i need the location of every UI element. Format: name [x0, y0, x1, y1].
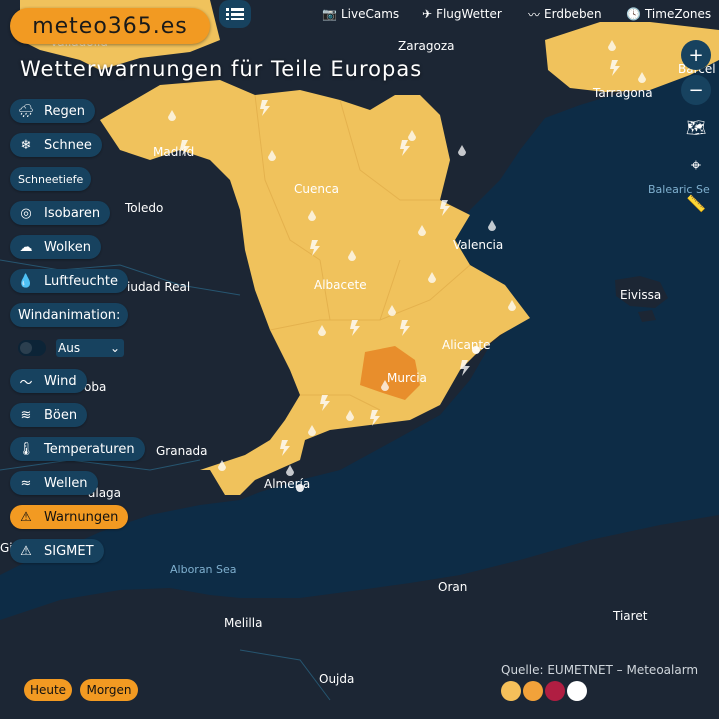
legend-orange: [523, 681, 543, 701]
warning-triangle-icon: ⚠: [20, 509, 32, 525]
nav-label: Erdbeben: [544, 7, 602, 21]
place-ciudad-real: iudad Real: [127, 280, 190, 294]
place-alboran: Alboran Sea: [170, 563, 237, 576]
nav-livecams[interactable]: 📷 LiveCams: [322, 3, 399, 25]
place-valencia: Valencia: [453, 238, 503, 252]
map-canvas[interactable]: Valladolid Zaragoza Barcel Tarragona Mad…: [0, 0, 719, 719]
layer-label: SIGMET: [44, 543, 94, 559]
layer-sigmet[interactable]: ⚠ SIGMET: [10, 539, 104, 563]
place-cuenca: Cuenca: [294, 182, 339, 196]
layer-label: Windanimation:: [18, 307, 121, 323]
layer-warnungen[interactable]: ⚠ Warnungen: [10, 505, 129, 529]
layer-schneetiefe[interactable]: Schneetiefe: [10, 167, 92, 191]
place-eivissa: Eivissa: [620, 288, 661, 302]
layer-wind[interactable]: 〜 Wind: [10, 369, 87, 393]
legend-yellow: [501, 681, 521, 701]
warning-legend: [501, 681, 587, 701]
legend-white: [567, 681, 587, 701]
logo[interactable]: meteo365.es: [10, 8, 210, 44]
measure-button[interactable]: 📏: [681, 188, 711, 218]
nav-label: FlugWetter: [436, 7, 502, 21]
isobar-icon: ◎: [20, 205, 32, 221]
map-style-button[interactable]: 🗺: [681, 112, 711, 142]
hamburger-icon: [226, 8, 244, 20]
plane-icon: ✈: [422, 7, 433, 21]
place-albacete: Albacete: [314, 278, 367, 292]
sigmet-plane-icon: ⚠: [20, 543, 32, 559]
locate-button[interactable]: ⌖: [681, 150, 711, 180]
layer-schnee[interactable]: ❄ Schnee: [10, 133, 102, 157]
nav-timezones[interactable]: 🕓 TimeZones: [626, 3, 711, 25]
wind-animation-toggle[interactable]: [18, 340, 46, 356]
crosshair-icon: ⌖: [690, 154, 702, 176]
layer-label: Wind: [44, 373, 77, 389]
place-toledo: Toledo: [124, 201, 163, 215]
layer-label: Regen: [44, 103, 85, 119]
layer-temperaturen[interactable]: 🌡 Temperaturen: [10, 437, 145, 461]
place-tiaret: Tiaret: [612, 609, 648, 623]
place-alicante: Alicante: [442, 338, 491, 352]
tomorrow-button[interactable]: Morgen: [80, 679, 138, 701]
waves-icon: ≈: [20, 475, 32, 491]
source-attribution: Quelle: EUMETNET – Meteoalarm: [501, 663, 699, 677]
snowflake-icon: ❄: [20, 137, 32, 153]
today-button[interactable]: Heute: [24, 679, 72, 701]
nav-label: LiveCams: [340, 7, 400, 21]
wind-icon: 〜: [19, 375, 33, 391]
clock-icon: 🕓: [626, 7, 641, 21]
layer-label: Böen: [44, 407, 78, 423]
layer-regen[interactable]: 🌧 Regen: [10, 99, 95, 123]
layer-luftfeuchte[interactable]: 💧 Luftfeuchte: [10, 269, 128, 293]
humidity-drop-icon: 💧: [17, 273, 35, 289]
wind-animation-select[interactable]: Aus ⌄: [56, 339, 124, 357]
rain-cloud-icon: 🌧: [17, 103, 35, 119]
layer-windanimation: Windanimation:: [10, 303, 129, 327]
zoom-out-button[interactable]: −: [681, 75, 711, 105]
ruler-icon: 📏: [686, 193, 706, 213]
world-map-icon: 🗺: [685, 117, 707, 137]
legend-red: [545, 681, 565, 701]
cloud-icon: ☁: [19, 239, 33, 255]
select-value: Aus: [58, 341, 81, 355]
place-tarragona: Tarragona: [592, 86, 653, 100]
place-madrid: Madrid: [153, 145, 194, 159]
wind-animation-row: Aus ⌄: [18, 337, 124, 359]
thermometer-icon: 🌡: [17, 441, 35, 457]
layer-wellen[interactable]: ≈ Wellen: [10, 471, 98, 495]
layer-label: Wolken: [44, 239, 91, 255]
place-oujda: Oujda: [319, 672, 354, 686]
place-melilla: Melilla: [224, 616, 262, 630]
plus-icon: +: [688, 44, 704, 66]
layer-label: Temperaturen: [44, 441, 135, 457]
place-almeria: Almería: [264, 477, 310, 491]
layer-label: Schnee: [44, 137, 92, 153]
layer-isobaren[interactable]: ◎ Isobaren: [10, 201, 111, 225]
zoom-in-button[interactable]: +: [681, 40, 711, 70]
place-cordoba: oba: [84, 380, 106, 394]
layer-label: Luftfeuchte: [44, 273, 118, 289]
place-zaragoza: Zaragoza: [398, 39, 454, 53]
gust-icon: ≋: [20, 407, 32, 423]
layer-label: Isobaren: [44, 205, 101, 221]
menu-button[interactable]: [219, 0, 251, 28]
nav-erdbeben[interactable]: 〰 Erdbeben: [528, 3, 602, 25]
place-granada: Granada: [156, 444, 208, 458]
minus-icon: −: [688, 79, 704, 101]
seismograph-icon: 〰: [528, 7, 541, 22]
layer-label: Wellen: [44, 475, 88, 491]
layer-wolken[interactable]: ☁ Wolken: [10, 235, 101, 259]
place-oran: Oran: [438, 580, 467, 594]
camera-icon: 📷: [322, 7, 337, 21]
layer-boeen[interactable]: ≋ Böen: [10, 403, 88, 427]
chevron-down-icon: ⌄: [109, 341, 120, 355]
layer-label: Schneetiefe: [18, 172, 84, 186]
nav-flugwetter[interactable]: ✈ FlugWetter: [422, 3, 502, 25]
nav-label: TimeZones: [644, 7, 712, 21]
place-murcia: Murcia: [387, 371, 427, 385]
page-title: Wetterwarnungen für Teile Europas: [20, 57, 423, 81]
layer-label: Warnungen: [44, 509, 119, 525]
top-nav: 📷 LiveCams ✈ FlugWetter 〰 Erdbeben 🕓 Tim…: [320, 3, 719, 25]
